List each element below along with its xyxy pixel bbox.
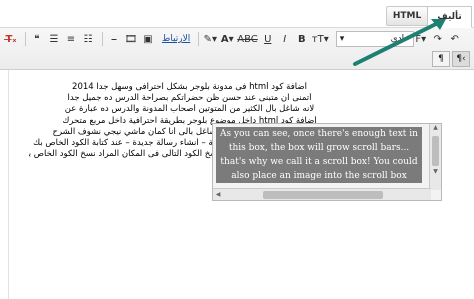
toolbar-divider: [198, 32, 200, 46]
undo-icon[interactable]: ↶: [448, 31, 462, 47]
highlight-color-icon[interactable]: ✎▾: [203, 31, 217, 47]
quote-icon[interactable]: ❝: [30, 31, 44, 47]
toolbar-divider: [25, 32, 26, 46]
horizontal-scrollbar[interactable]: ◀: [213, 188, 431, 200]
vertical-scroll-thumb[interactable]: [432, 136, 439, 166]
jump-break-icon[interactable]: ⎯: [107, 31, 121, 47]
paragraph-style-select[interactable]: ▾ عادي: [335, 31, 414, 47]
italic-icon[interactable]: I: [278, 31, 292, 47]
chevron-down-icon: ▾: [339, 34, 345, 44]
horizontal-scroll-thumb[interactable]: [263, 190, 383, 199]
link-button[interactable]: الارتباط: [162, 34, 190, 44]
toolbar-row-main: T̶ₓ ❝ ☰ ≡ ☷ ⎯ 🎞 ▣ الارتباط ✎▾ A ▾ ABC U I…: [4, 30, 470, 48]
tab-html[interactable]: HTML: [386, 6, 428, 26]
paragraph-style-value: عادي: [390, 34, 410, 44]
post-line: أضافة كود html فى مدونة بلوجر بشكل احترا…: [72, 82, 307, 92]
numbered-list-icon[interactable]: ≡: [64, 31, 78, 47]
scroll-down-icon[interactable]: ▼: [430, 168, 441, 178]
scroll-up-icon[interactable]: ▲: [430, 124, 441, 134]
redo-icon[interactable]: ↷: [431, 31, 445, 47]
bullet-list-icon[interactable]: ☰: [47, 31, 61, 47]
scroll-box-text: As you can see, once there's enough text…: [216, 127, 422, 183]
post-line: لانه شاغل بال الكثير من المتوتين أصحاب ا…: [64, 104, 315, 115]
tab-compose[interactable]: تأليف: [427, 6, 472, 28]
toolbar-row-direction: ¶ ¶‹: [4, 50, 470, 68]
strikethrough-icon[interactable]: ABC: [237, 31, 258, 47]
underline-icon[interactable]: U: [261, 31, 275, 47]
video-icon[interactable]: 🎞: [124, 31, 138, 47]
ltr-direction-button[interactable]: ¶: [432, 51, 450, 67]
remove-formatting-icon[interactable]: T̶ₓ: [4, 31, 18, 47]
text-color-icon[interactable]: A ▾: [220, 31, 234, 47]
toolbar-divider: [102, 32, 103, 46]
editor-mode-bar: HTML تأليف: [0, 0, 474, 28]
formatting-toolbar: T̶ₓ ❝ ☰ ≡ ☷ ⎯ 🎞 ▣ الارتباط ✎▾ A ▾ ABC U I…: [0, 28, 474, 70]
font-family-icon[interactable]: F▾: [414, 31, 428, 47]
scroll-box[interactable]: As you can see, once there's enough text…: [212, 123, 442, 201]
vertical-scrollbar[interactable]: ▲ ▼: [429, 124, 441, 190]
scroll-left-icon[interactable]: ◀: [213, 191, 223, 198]
font-size-icon[interactable]: ᴛT▾: [312, 31, 329, 47]
post-line: أتمنى ان متبنى عند حسن ظن حضراتكم بصراحة…: [67, 93, 312, 104]
align-icon[interactable]: ☷: [81, 31, 95, 47]
bold-icon[interactable]: B: [295, 31, 309, 47]
rtl-direction-button[interactable]: ¶‹: [452, 51, 470, 67]
image-icon[interactable]: ▣: [141, 31, 155, 47]
